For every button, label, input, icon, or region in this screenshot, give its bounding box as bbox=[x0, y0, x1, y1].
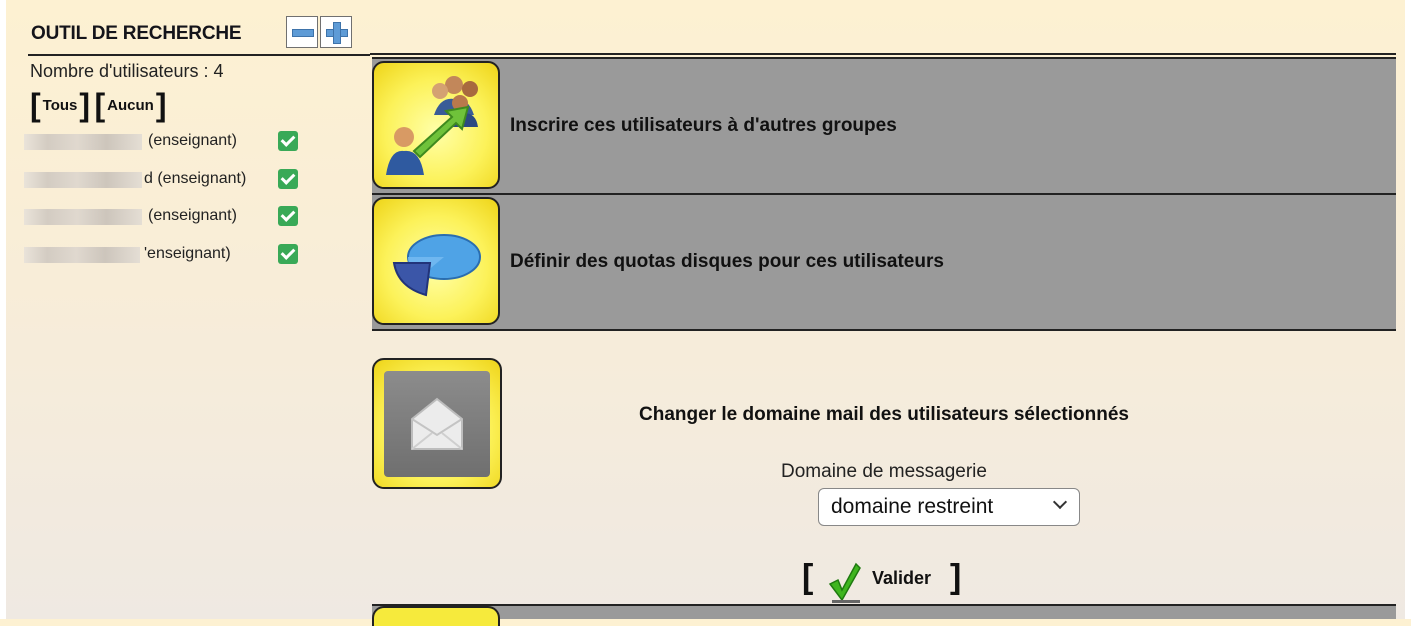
user-checkbox[interactable] bbox=[278, 169, 298, 189]
redacted-name bbox=[24, 209, 142, 225]
chevron-down-icon bbox=[1052, 494, 1068, 510]
mail-domain-select[interactable]: domaine restreint bbox=[818, 488, 1080, 526]
user-checkbox[interactable] bbox=[278, 206, 298, 226]
next-action-row[interactable] bbox=[372, 606, 1396, 619]
user-checkbox[interactable] bbox=[278, 244, 298, 264]
redacted-name bbox=[24, 247, 140, 263]
validate-button[interactable]: [ Valider ] bbox=[802, 558, 982, 603]
select-none-button[interactable]: [Aucun] bbox=[94, 88, 166, 122]
user-role: (enseignant) bbox=[148, 132, 237, 149]
mail-domain-label: Domaine de messagerie bbox=[781, 461, 987, 482]
expand-button[interactable] bbox=[320, 16, 352, 48]
user-count: Nombre d'utilisateurs : 4 bbox=[30, 61, 224, 81]
mail-domain-title: Changer le domaine mail des utilisateurs… bbox=[639, 404, 1129, 425]
pie-chart-icon bbox=[372, 197, 500, 325]
minus-icon bbox=[292, 29, 314, 37]
page: OUTIL DE RECHERCHE Nombre d'utilisateurs… bbox=[0, 0, 1411, 626]
user-item: (enseignant) bbox=[24, 130, 324, 154]
user-item: (enseignant) bbox=[24, 205, 324, 229]
redacted-name bbox=[24, 134, 142, 150]
redacted-name bbox=[24, 172, 142, 188]
mail-domain-value: domaine restreint bbox=[831, 495, 994, 518]
disk-quotas-action[interactable]: Définir des quotas disques pour ces util… bbox=[372, 193, 1396, 331]
group-users-icon bbox=[372, 61, 500, 189]
user-role: d (enseignant) bbox=[144, 170, 247, 187]
select-buttons: [Tous] [Aucun] bbox=[30, 88, 166, 122]
disk-quotas-label: Définir des quotas disques pour ces util… bbox=[510, 251, 944, 272]
select-all-button[interactable]: [Tous] bbox=[30, 88, 90, 122]
register-groups-label: Inscrire ces utilisateurs à d'autres gro… bbox=[510, 115, 897, 136]
divider bbox=[370, 53, 1396, 55]
user-role: 'enseignant) bbox=[144, 245, 231, 262]
user-item: d (enseignant) bbox=[24, 168, 324, 192]
collapse-button[interactable] bbox=[286, 16, 318, 48]
user-checkbox[interactable] bbox=[278, 131, 298, 151]
user-item: 'enseignant) bbox=[24, 243, 324, 267]
search-tool-title: OUTIL DE RECHERCHE bbox=[31, 23, 242, 44]
next-action-icon bbox=[372, 606, 500, 626]
user-role: (enseignant) bbox=[148, 207, 237, 224]
validate-label: Valider bbox=[872, 568, 932, 588]
register-groups-action[interactable]: Inscrire ces utilisateurs à d'autres gro… bbox=[372, 57, 1396, 193]
search-tool-header: OUTIL DE RECHERCHE bbox=[28, 14, 370, 56]
